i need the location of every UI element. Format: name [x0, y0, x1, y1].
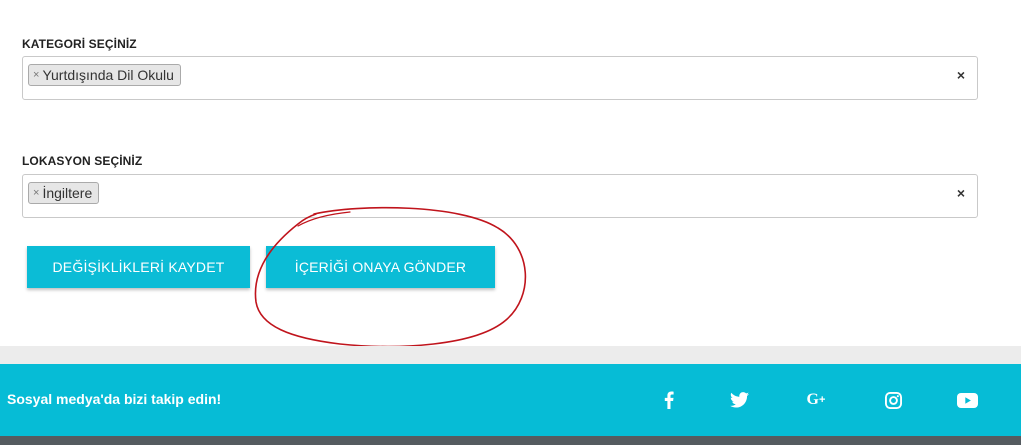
location-label: LOKASYON SEÇİNİZ: [22, 154, 143, 168]
google-plus-icon[interactable]: G +: [804, 388, 828, 412]
location-select[interactable]: × İngiltere ×: [22, 174, 978, 218]
clear-icon[interactable]: ×: [957, 185, 965, 201]
save-changes-button[interactable]: DEĞİŞİKLİKLERİ KAYDET: [27, 246, 250, 288]
twitter-icon[interactable]: [727, 388, 751, 412]
category-select[interactable]: × Yurtdışında Dil Okulu ×: [22, 56, 978, 100]
facebook-icon[interactable]: [657, 388, 681, 412]
instagram-icon[interactable]: [881, 388, 905, 412]
chip-remove-icon[interactable]: ×: [33, 187, 39, 199]
category-chip-label: Yurtdışında Dil Okulu: [42, 67, 174, 83]
submit-for-approval-button[interactable]: İÇERİĞİ ONAYA GÖNDER: [266, 246, 495, 288]
footer-follow-text: Sosyal medya'da bizi takip edin!: [7, 391, 222, 407]
footer-top-band: [0, 346, 1021, 364]
clear-icon[interactable]: ×: [957, 67, 965, 83]
footer: Sosyal medya'da bizi takip edin! G +: [0, 364, 1021, 436]
youtube-icon[interactable]: [955, 388, 979, 412]
location-chip-label: İngiltere: [42, 185, 93, 201]
category-chip: × Yurtdışında Dil Okulu: [28, 64, 181, 86]
chip-remove-icon[interactable]: ×: [33, 69, 39, 81]
footer-bottom-band: [0, 436, 1021, 445]
location-chip: × İngiltere: [28, 182, 100, 204]
category-label: KATEGORİ SEÇİNİZ: [22, 37, 137, 51]
